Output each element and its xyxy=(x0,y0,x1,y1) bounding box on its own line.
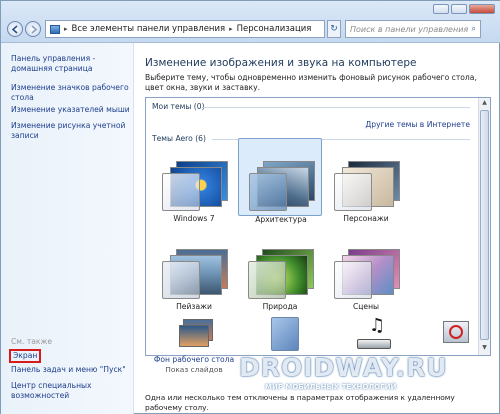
window-color-swatch xyxy=(162,261,200,299)
page-description: Выберите тему, чтобы одновременно измени… xyxy=(145,73,477,92)
sidebar: Панель управления - домашняя страница Из… xyxy=(1,43,134,414)
watermark-brand: DROIDWAY.RU xyxy=(239,353,448,382)
desktop-background-icon xyxy=(177,317,213,353)
desktop-background-option[interactable]: Фон рабочего стола Показ слайдов xyxy=(154,307,234,377)
search-input[interactable]: Поиск в панели управления ⌕ xyxy=(345,20,481,38)
theme-label: Персонажи xyxy=(343,214,389,223)
scrollbar-thumb[interactable] xyxy=(480,110,489,340)
divider xyxy=(202,107,470,108)
disabled-icon xyxy=(449,325,463,339)
watermark-tagline: МИР МОБИЛЬНЫХ ТЕХНОЛОГИЙ xyxy=(265,383,397,391)
theme-architecture[interactable]: Архитектура xyxy=(238,138,322,224)
theme-preview-scenes xyxy=(334,243,400,299)
scroll-up-icon[interactable]: ▲ xyxy=(480,99,489,109)
theme-preview-architecture xyxy=(249,155,315,211)
breadcrumb-root[interactable]: Все элементы панели управления xyxy=(72,24,226,34)
refresh-button[interactable]: ↻ xyxy=(327,20,341,38)
desktop-background-title[interactable]: Фон рабочего стола xyxy=(153,355,235,364)
watermark: DROIDWAY.RU МИР МОБИЛЬНЫХ ТЕХНОЛОГИЙ xyxy=(233,353,493,408)
theme-preview-characters xyxy=(334,155,400,211)
forward-button[interactable] xyxy=(25,21,41,37)
refresh-icon: ↻ xyxy=(330,24,338,34)
window-color-swatch xyxy=(334,261,372,299)
page-title: Изменение изображения и звука на компьют… xyxy=(145,57,417,69)
theme-nature[interactable]: Природа xyxy=(238,239,322,317)
screensaver-icon xyxy=(437,317,473,353)
breadcrumb-separator-icon[interactable]: ▸ xyxy=(64,25,68,33)
maximize-button[interactable] xyxy=(451,4,467,14)
title-bar: ▸ Все элементы панели управления ▸ Персо… xyxy=(1,1,500,43)
breadcrumb-current[interactable]: Персонализация xyxy=(237,24,312,34)
theme-preview-windows7 xyxy=(162,155,228,211)
arrow-right-icon xyxy=(31,25,38,34)
theme-characters[interactable]: Персонажи xyxy=(324,151,408,229)
personalization-window: ▸ Все элементы панели управления ▸ Персо… xyxy=(0,0,500,414)
desktop-background-subtitle: Показ слайдов xyxy=(165,365,223,374)
theme-label: Архитектура xyxy=(255,215,307,224)
see-also-heading: См. также xyxy=(11,337,53,346)
window-color-swatch xyxy=(162,173,200,211)
theme-preview-landscapes xyxy=(162,243,228,299)
window-controls xyxy=(433,4,495,14)
theme-scenes[interactable]: Сцены xyxy=(324,239,408,317)
sidebar-item-account-picture[interactable]: Изменение рисунка учетной записи xyxy=(11,121,131,141)
control-panel-icon xyxy=(50,24,60,34)
theme-preview-nature xyxy=(248,243,314,299)
window-color-swatch xyxy=(334,173,372,211)
window-color-swatch xyxy=(249,173,287,211)
theme-windows7[interactable]: Windows 7 xyxy=(152,151,236,229)
sidebar-link-taskbar[interactable]: Панель задач и меню "Пуск" xyxy=(11,365,131,375)
close-button[interactable] xyxy=(469,4,495,14)
sidebar-home-link[interactable]: Панель управления - домашняя страница xyxy=(11,54,131,74)
sidebar-link-accessibility[interactable]: Центр специальных возможностей xyxy=(11,381,131,401)
window-color-icon xyxy=(267,317,303,353)
sidebar-item-mouse-pointers[interactable]: Изменение указателей мыши xyxy=(11,105,131,115)
sidebar-item-desktop-icons[interactable]: Изменение значков рабочего стола xyxy=(11,83,131,103)
theme-label: Windows 7 xyxy=(173,214,215,223)
address-bar[interactable]: ▸ Все элементы панели управления ▸ Персо… xyxy=(45,20,325,38)
sidebar-link-display[interactable]: Экран xyxy=(9,349,42,363)
search-icon: ⌕ xyxy=(471,24,476,33)
back-button[interactable] xyxy=(7,21,23,37)
more-themes-link[interactable]: Другие темы в Интернете xyxy=(365,120,470,129)
arrow-left-icon xyxy=(11,25,18,34)
my-themes-heading: Мои темы (0) xyxy=(152,102,205,111)
aero-themes-heading: Темы Aero (6) xyxy=(152,134,206,143)
breadcrumb-separator-icon[interactable]: ▸ xyxy=(229,25,233,33)
search-placeholder: Поиск в панели управления xyxy=(350,24,469,34)
window-color-swatch xyxy=(248,261,286,299)
theme-landscapes[interactable]: Пейзажи xyxy=(152,239,236,317)
sounds-icon: ♫ xyxy=(357,317,393,353)
minimize-button[interactable] xyxy=(433,4,449,14)
music-note-icon: ♫ xyxy=(369,315,386,336)
